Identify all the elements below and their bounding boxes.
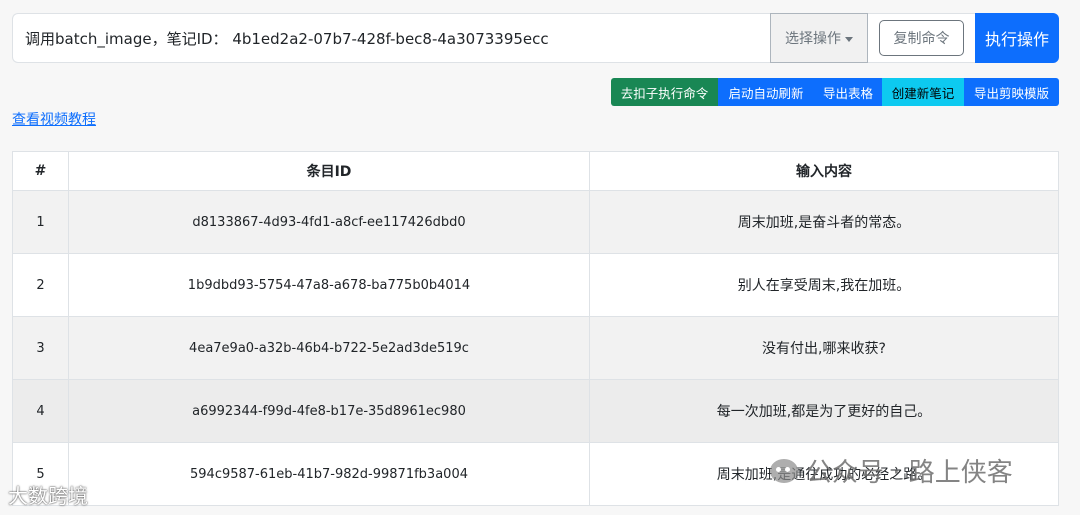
copy-command-button[interactable]: 复制命令 xyxy=(879,20,964,56)
watermark-right-text: 公众号 · 路上侠客 xyxy=(806,458,1013,488)
command-bar: 选择操作 复制命令 执行操作 xyxy=(12,13,1059,63)
table-row[interactable]: 4 a6992344-f99d-4fe8-b17e-35d8961ec980 每… xyxy=(12,379,1059,443)
page: 选择操作 复制命令 执行操作 去扣子执行命令 启动自动刷新 导出表格 创建新笔记… xyxy=(0,0,1080,515)
row-item-id: 1b9dbd93-5754-47a8-a678-ba775b0b4014 xyxy=(68,253,590,317)
copy-button-wrapper: 复制命令 xyxy=(868,13,975,63)
header-item-id: 条目ID xyxy=(68,151,590,191)
video-tutorial-link[interactable]: 查看视频教程 xyxy=(12,109,96,129)
table-row[interactable]: 3 4ea7e9a0-a32b-46b4-b722-5e2ad3de519c 没… xyxy=(12,316,1059,380)
watermark-left: 大数跨境 xyxy=(8,480,88,509)
export-table-button[interactable]: 导出表格 xyxy=(814,78,882,106)
watermark-right: 公众号 · 路上侠客 xyxy=(770,452,1013,489)
wechat-logo-icon xyxy=(770,458,798,483)
table-row[interactable]: 2 1b9dbd93-5754-47a8-a678-ba775b0b4014 别… xyxy=(12,253,1059,317)
command-input[interactable] xyxy=(12,13,770,63)
row-item-id: 4ea7e9a0-a32b-46b4-b722-5e2ad3de519c xyxy=(68,316,590,380)
select-operation-dropdown[interactable]: 选择操作 xyxy=(770,13,868,63)
row-num: 4 xyxy=(12,379,69,443)
header-input-content: 输入内容 xyxy=(589,151,1059,191)
row-content: 每一次加班,都是为了更好的自己。 xyxy=(589,379,1059,443)
row-item-id: d8133867-4d93-4fd1-a8cf-ee117426dbd0 xyxy=(68,190,590,254)
watermark-left-text: 大数跨境 xyxy=(8,484,88,508)
row-content: 周末加班,是奋斗者的常态。 xyxy=(589,190,1059,254)
export-template-button[interactable]: 导出剪映模版 xyxy=(964,78,1059,106)
row-num: 3 xyxy=(12,316,69,380)
row-content: 别人在享受周末,我在加班。 xyxy=(589,253,1059,317)
row-item-id: 594c9587-61eb-41b7-982d-99871fb3a004 xyxy=(68,442,590,506)
table-row[interactable]: 1 d8133867-4d93-4fd1-a8cf-ee117426dbd0 周… xyxy=(12,190,1059,254)
remove-deduction-button[interactable]: 去扣子执行命令 xyxy=(611,78,718,106)
row-item-id: a6992344-f99d-4fe8-b17e-35d8961ec980 xyxy=(68,379,590,443)
execute-button[interactable]: 执行操作 xyxy=(975,13,1059,63)
row-num: 2 xyxy=(12,253,69,317)
row-content: 没有付出,哪来收获? xyxy=(589,316,1059,380)
new-note-button[interactable]: 创建新笔记 xyxy=(882,78,964,106)
auto-refresh-button[interactable]: 启动自动刷新 xyxy=(718,78,814,106)
select-operation-label: 选择操作 xyxy=(785,31,841,47)
action-button-group: 去扣子执行命令 启动自动刷新 导出表格 创建新笔记 导出剪映模版 xyxy=(611,78,1059,106)
table-header-row: # 条目ID 输入内容 xyxy=(12,151,1059,191)
row-num: 1 xyxy=(12,190,69,254)
header-num: # xyxy=(12,151,69,191)
caret-down-icon xyxy=(845,36,853,42)
